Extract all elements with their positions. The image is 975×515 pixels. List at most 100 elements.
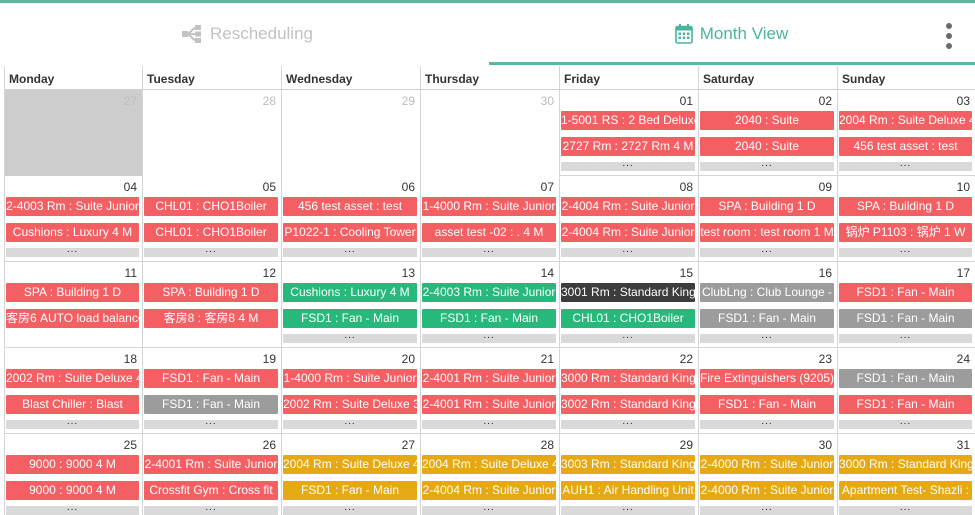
event-chip[interactable]: FSD1 : Fan - Main xyxy=(839,395,972,414)
day-cell[interactable]: 27 2004 Rm : Suite Deluxe 4 FSD1 : Fan - M… xyxy=(282,434,421,515)
tab-month-view[interactable]: Month View xyxy=(489,3,974,65)
event-chip[interactable]: 456 test asset : test xyxy=(839,137,972,156)
event-chip[interactable]: FSD1 : Fan - Main xyxy=(283,481,417,500)
day-cell[interactable]: 02 2040 : Suite 2040 : Suite... xyxy=(699,90,838,176)
day-cell[interactable]: 08 2-4004 Rm : Suite Junior 2-4004 Rm : Su… xyxy=(560,176,699,262)
event-chip[interactable]: 1-4000 Rm : Suite Junior xyxy=(283,369,417,388)
day-cell[interactable]: 01 1-5001 RS : 2 Bed Deluxe 2727 Rm : 2727… xyxy=(560,90,699,176)
show-more-button[interactable]: ... xyxy=(839,159,972,171)
event-chip[interactable]: 2-4001 Rm : Suite Junior xyxy=(144,455,278,474)
event-chip[interactable]: FSD1 : Fan - Main xyxy=(839,369,972,388)
event-chip[interactable]: FSD1 : Fan - Main xyxy=(839,309,972,328)
event-chip[interactable]: FSD1 : Fan - Main xyxy=(144,395,278,414)
day-cell[interactable]: 14 2-4003 Rm : Suite Junior FSD1 : Fan - M… xyxy=(421,262,560,348)
event-chip[interactable]: 2727 Rm : 2727 Rm 4 M xyxy=(561,137,695,156)
day-cell[interactable]: 16 ClubLng : Club Lounge - FSD1 : Fan - Ma… xyxy=(699,262,838,348)
show-more-button[interactable]: ... xyxy=(700,245,834,257)
event-chip[interactable]: 2-4000 Rm : Suite Junior xyxy=(700,455,834,474)
day-cell[interactable]: 22 3000 Rm : Standard King 3002 Rm : Stand… xyxy=(560,348,699,434)
day-cell[interactable]: 21 2-4001 Rm : Suite Junior 2-4001 Rm : Su… xyxy=(421,348,560,434)
event-chip[interactable]: asset test -02 : . 4 M xyxy=(422,223,556,242)
event-chip[interactable]: AUH1 : Air Handling Unit xyxy=(561,481,695,500)
event-chip[interactable]: 2-4001 Rm : Suite Junior xyxy=(422,369,556,388)
day-cell[interactable]: 09 SPA : Building 1 D test room : test roo… xyxy=(699,176,838,262)
show-more-button[interactable]: ... xyxy=(839,417,972,429)
day-cell[interactable]: 10 SPA : Building 1 D 锅炉 P1103 : 锅炉 1 W... xyxy=(838,176,975,262)
show-more-button[interactable]: ... xyxy=(6,503,139,515)
show-more-button[interactable]: ... xyxy=(561,245,695,257)
event-chip[interactable]: Apartment Test- Shazli : xyxy=(839,481,972,500)
event-chip[interactable]: FSD1 : Fan - Main xyxy=(700,395,834,414)
show-more-button[interactable]: ... xyxy=(839,503,972,515)
event-chip[interactable]: SPA : Building 1 D xyxy=(700,197,834,216)
event-chip[interactable]: 2-4003 Rm : Suite Junior xyxy=(422,283,556,302)
day-cell[interactable]: 18 2002 Rm : Suite Deluxe 4 Blast Chiller … xyxy=(5,348,143,434)
day-cell[interactable]: 29 xyxy=(282,90,421,176)
event-chip[interactable]: Blast Chiller : Blast xyxy=(6,395,139,414)
day-cell[interactable]: 05 CHL01 : CHO1Boiler CHL01 : CHO1Boiler..… xyxy=(143,176,282,262)
event-chip[interactable]: CHL01 : CHO1Boiler xyxy=(144,197,278,216)
show-more-button[interactable]: ... xyxy=(700,417,834,429)
day-cell[interactable]: 30 2-4000 Rm : Suite Junior 2-4000 Rm : Su… xyxy=(699,434,838,515)
event-chip[interactable]: CHL01 : CHO1Boiler xyxy=(144,223,278,242)
day-cell[interactable]: 12 SPA : Building 1 D 客房8 : 客房8 4 M xyxy=(143,262,282,348)
show-more-button[interactable]: ... xyxy=(283,417,417,429)
event-chip[interactable]: 456 test asset : test xyxy=(283,197,417,216)
day-cell[interactable]: 07 1-4000 Rm : Suite Junior asset test -02… xyxy=(421,176,560,262)
event-chip[interactable]: SPA : Building 1 D xyxy=(144,283,278,302)
show-more-button[interactable]: ... xyxy=(144,245,278,257)
event-chip[interactable]: FSD1 : Fan - Main xyxy=(700,309,834,328)
show-more-button[interactable]: ... xyxy=(422,331,556,343)
show-more-button[interactable]: ... xyxy=(422,245,556,257)
event-chip[interactable]: FSD1 : Fan - Main xyxy=(422,309,556,328)
show-more-button[interactable]: ... xyxy=(700,503,834,515)
day-cell[interactable]: 23 Fire Extinguishers (9205) FSD1 : Fan - … xyxy=(699,348,838,434)
day-cell[interactable]: 28 2004 Rm : Suite Deluxe 4 2-4004 Rm : Su… xyxy=(421,434,560,515)
day-cell[interactable]: 19 FSD1 : Fan - Main FSD1 : Fan - Main... xyxy=(143,348,282,434)
day-cell[interactable]: 30 xyxy=(421,90,560,176)
event-chip[interactable]: test room : test room 1 M xyxy=(700,223,834,242)
event-chip[interactable]: 2-4001 Rm : Suite Junior xyxy=(422,395,556,414)
day-cell[interactable]: 17 FSD1 : Fan - Main FSD1 : Fan - Main... xyxy=(838,262,975,348)
show-more-button[interactable]: ... xyxy=(561,417,695,429)
show-more-button[interactable]: ... xyxy=(422,417,556,429)
day-cell[interactable]: 13 Cushions : Luxury 4 M FSD1 : Fan - Main… xyxy=(282,262,421,348)
day-cell[interactable]: 27 xyxy=(5,90,143,176)
event-chip[interactable]: 1-4000 Rm : Suite Junior xyxy=(422,197,556,216)
event-chip[interactable]: 1-5001 RS : 2 Bed Deluxe xyxy=(561,111,695,130)
day-cell[interactable]: 15 3001 Rm : Standard King CHL01 : CHO1Boi… xyxy=(560,262,699,348)
event-chip[interactable]: 2-4004 Rm : Suite Junior xyxy=(561,197,695,216)
show-more-button[interactable]: ... xyxy=(700,159,834,171)
event-chip[interactable]: 3000 Rm : Standard King xyxy=(561,369,695,388)
show-more-button[interactable]: ... xyxy=(283,245,417,257)
event-chip[interactable]: 3001 Rm : Standard King xyxy=(561,283,695,302)
event-chip[interactable]: ClubLng : Club Lounge - xyxy=(700,283,834,302)
show-more-button[interactable]: ... xyxy=(283,503,417,515)
show-more-button[interactable]: ... xyxy=(144,417,278,429)
more-vertical-icon[interactable] xyxy=(945,23,953,49)
show-more-button[interactable]: ... xyxy=(422,503,556,515)
event-chip[interactable]: Crossfit Gym : Cross fit xyxy=(144,481,278,500)
day-cell[interactable]: 11 SPA : Building 1 D 客房6 AUTO load balanc… xyxy=(5,262,143,348)
event-chip[interactable]: 2004 Rm : Suite Deluxe 4 xyxy=(422,455,556,474)
event-chip[interactable]: FSD1 : Fan - Main xyxy=(283,309,417,328)
day-cell[interactable]: 06 456 test asset : test P1022-1 : Cooling… xyxy=(282,176,421,262)
event-chip[interactable]: 2-4004 Rm : Suite Junior xyxy=(561,223,695,242)
show-more-button[interactable]: ... xyxy=(561,159,695,171)
show-more-button[interactable]: ... xyxy=(6,245,139,257)
event-chip[interactable]: Cushions : Luxury 4 M xyxy=(6,223,139,242)
show-more-button[interactable]: ... xyxy=(6,417,139,429)
show-more-button[interactable]: ... xyxy=(700,331,834,343)
day-cell[interactable]: 25 9000 : 9000 4 M 9000 : 9000 4 M... xyxy=(5,434,143,515)
event-chip[interactable]: 2002 Rm : Suite Deluxe 4 xyxy=(6,369,139,388)
show-more-button[interactable]: ... xyxy=(561,503,695,515)
day-cell[interactable]: 03 2004 Rm : Suite Deluxe 4 456 test asset… xyxy=(838,90,975,176)
day-cell[interactable]: 31 3000 Rm : Standard King Apartment Test-… xyxy=(838,434,975,515)
event-chip[interactable]: 2-4003 Rm : Suite Junior xyxy=(6,197,139,216)
event-chip[interactable]: FSD1 : Fan - Main xyxy=(839,283,972,302)
event-chip[interactable]: 2004 Rm : Suite Deluxe 4 xyxy=(839,111,972,130)
event-chip[interactable]: 3003 Rm : Standard King xyxy=(561,455,695,474)
day-cell[interactable]: 29 3003 Rm : Standard King AUH1 : Air Hand… xyxy=(560,434,699,515)
event-chip[interactable]: 2-4004 Rm : Suite Junior xyxy=(422,481,556,500)
event-chip[interactable]: Fire Extinguishers (9205) xyxy=(700,369,834,388)
